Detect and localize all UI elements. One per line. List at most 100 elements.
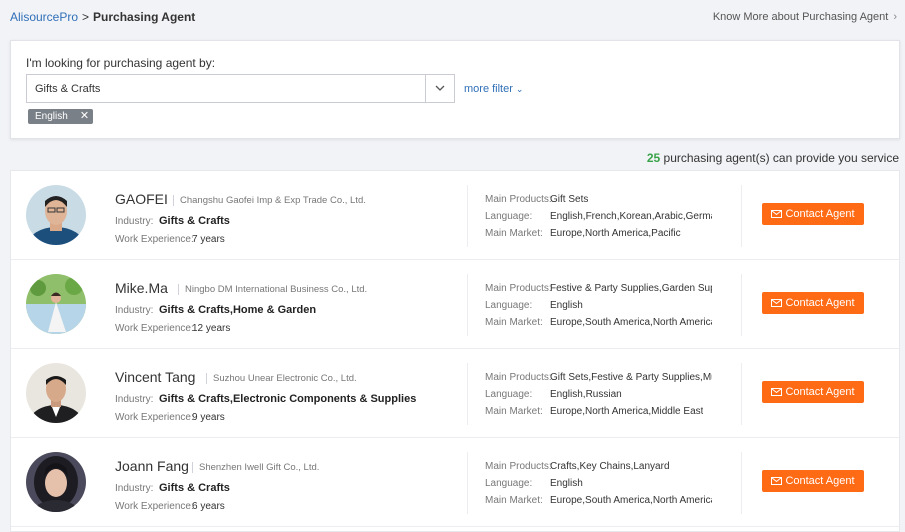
contact-agent-label: Contact Agent	[785, 386, 855, 398]
language-label: Language:	[485, 389, 533, 400]
main-products-label: Main Products:	[485, 283, 552, 294]
industry-label: Industry:	[115, 305, 154, 316]
more-filter-label: more filter	[464, 83, 513, 95]
agent-name[interactable]: Vincent Tang	[115, 369, 195, 385]
main-products-value: Gift Sets	[550, 194, 589, 205]
language-value: English,Russian	[550, 389, 622, 400]
chevron-down-icon: ⌄	[515, 84, 524, 94]
language-value: English,French,Korean,Arabic,German,...	[550, 211, 712, 222]
industry-value: Gifts & Crafts,Electronic Components & S…	[159, 393, 417, 405]
top-bar: AlisourcePro > Purchasing Agent Know More …	[0, 0, 905, 34]
column-divider	[467, 274, 468, 336]
experience-value: 6 years	[192, 501, 225, 512]
language-label: Language:	[485, 478, 533, 489]
agent-card: Joann Fang Shenzhen Iwell Gift Co., Ltd.…	[11, 438, 899, 527]
agent-company: Changshu Gaofei Imp & Exp Trade Co., Ltd…	[173, 195, 366, 206]
column-divider	[741, 452, 742, 514]
main-market-label: Main Market:	[485, 317, 543, 328]
column-divider	[467, 363, 468, 425]
agent-name[interactable]: Joann Fang	[115, 458, 189, 474]
industry-label: Industry:	[115, 483, 154, 494]
mail-icon	[771, 299, 782, 307]
breadcrumb-separator: >	[82, 10, 90, 24]
industry-value: Gifts & Crafts	[159, 215, 230, 227]
results-text: purchasing agent(s) can provide you serv…	[663, 151, 899, 165]
main-products-label: Main Products:	[485, 194, 552, 205]
main-products-value: Crafts,Key Chains,Lanyard	[550, 461, 670, 472]
contact-agent-label: Contact Agent	[785, 297, 855, 309]
main-market-label: Main Market:	[485, 228, 543, 239]
main-market-value: Europe,South America,North America	[550, 495, 712, 506]
filter-panel: I'm looking for purchasing agent by: Gif…	[10, 40, 900, 139]
more-filter-link[interactable]: more filter ⌄	[464, 83, 523, 95]
main-market-value: Europe,North America,Pacific	[550, 228, 681, 239]
language-label: Language:	[485, 211, 533, 222]
contact-agent-label: Contact Agent	[785, 208, 855, 220]
column-divider	[467, 452, 468, 514]
column-divider	[741, 363, 742, 425]
main-products-label: Main Products:	[485, 461, 552, 472]
main-market-value: Europe,South America,North America	[550, 317, 712, 328]
agent-name[interactable]: Mike.Ma	[115, 280, 168, 296]
agent-company: Ningbo DM International Business Co., Lt…	[178, 284, 367, 295]
contact-agent-button[interactable]: Contact Agent	[762, 292, 864, 314]
filter-tag-english: English ✕	[28, 109, 94, 124]
contact-agent-button[interactable]: Contact Agent	[762, 203, 864, 225]
mail-icon	[771, 388, 782, 396]
agent-card: Mike.Ma Ningbo DM International Business…	[11, 260, 899, 349]
column-divider	[741, 185, 742, 247]
know-more-link[interactable]: Know More about Purchasing Agent ›	[713, 11, 897, 23]
filter-label: I'm looking for purchasing agent by:	[26, 56, 216, 70]
category-select[interactable]: Gifts & Crafts	[26, 74, 455, 103]
category-select-toggle[interactable]	[425, 75, 454, 102]
mail-icon	[771, 210, 782, 218]
contact-agent-button[interactable]: Contact Agent	[762, 470, 864, 492]
contact-agent-button[interactable]: Contact Agent	[762, 381, 864, 403]
mail-icon	[771, 477, 782, 485]
know-more-label: Know More about Purchasing Agent	[712, 11, 889, 23]
agent-list: GAOFEI Changshu Gaofei Imp & Exp Trade C…	[10, 170, 900, 532]
avatar[interactable]	[26, 274, 86, 334]
agent-company: Shenzhen Iwell Gift Co., Ltd.	[192, 462, 319, 473]
experience-label: Work Experience:	[115, 323, 194, 334]
close-icon[interactable]: ✕	[80, 109, 89, 124]
experience-label: Work Experience:	[115, 234, 194, 245]
agent-company: Suzhou Unear Electronic Co., Ltd.	[206, 373, 357, 384]
main-products-value: Festive & Party Supplies,Garden Suppl...	[550, 283, 712, 294]
agent-name[interactable]: GAOFEI	[115, 191, 168, 207]
agent-card: GAOFEI Changshu Gaofei Imp & Exp Trade C…	[11, 171, 899, 260]
breadcrumb: AlisourcePro > Purchasing Agent	[10, 10, 195, 24]
experience-label: Work Experience:	[115, 412, 194, 423]
main-market-value: Europe,North America,Middle East	[550, 406, 704, 417]
breadcrumb-current: Purchasing Agent	[93, 10, 196, 24]
contact-agent-label: Contact Agent	[785, 475, 855, 487]
main-market-label: Main Market:	[485, 406, 543, 417]
main-market-label: Main Market:	[485, 495, 543, 506]
column-divider	[467, 185, 468, 247]
industry-label: Industry:	[115, 394, 154, 405]
experience-value: 9 years	[192, 412, 225, 423]
industry-value: Gifts & Crafts	[159, 482, 230, 494]
industry-label: Industry:	[115, 216, 154, 227]
industry-value: Gifts & Crafts,Home & Garden	[159, 304, 317, 316]
category-select-value: Gifts & Crafts	[35, 83, 101, 95]
avatar[interactable]	[26, 185, 86, 245]
experience-label: Work Experience:	[115, 501, 194, 512]
experience-value: 12 years	[192, 323, 231, 334]
agent-card: Vincent Tang Suzhou Unear Electronic Co.…	[11, 349, 899, 438]
filter-tag-label: English	[35, 111, 68, 122]
results-summary: 25 purchasing agent(s) can provide you s…	[647, 151, 899, 165]
avatar[interactable]	[26, 363, 86, 423]
column-divider	[741, 274, 742, 336]
chevron-right-icon: ›	[893, 11, 897, 23]
language-label: Language:	[485, 300, 533, 311]
chevron-down-icon	[435, 85, 445, 91]
main-products-label: Main Products:	[485, 372, 552, 383]
language-value: English	[550, 478, 583, 489]
avatar[interactable]	[26, 452, 86, 512]
breadcrumb-home-link[interactable]: AlisourcePro	[10, 10, 78, 24]
language-value: English	[550, 300, 583, 311]
results-count: 25	[646, 151, 661, 165]
main-products-value: Gift Sets,Festive & Party Supplies,Mus..…	[550, 372, 712, 383]
experience-value: 7 years	[192, 234, 225, 245]
